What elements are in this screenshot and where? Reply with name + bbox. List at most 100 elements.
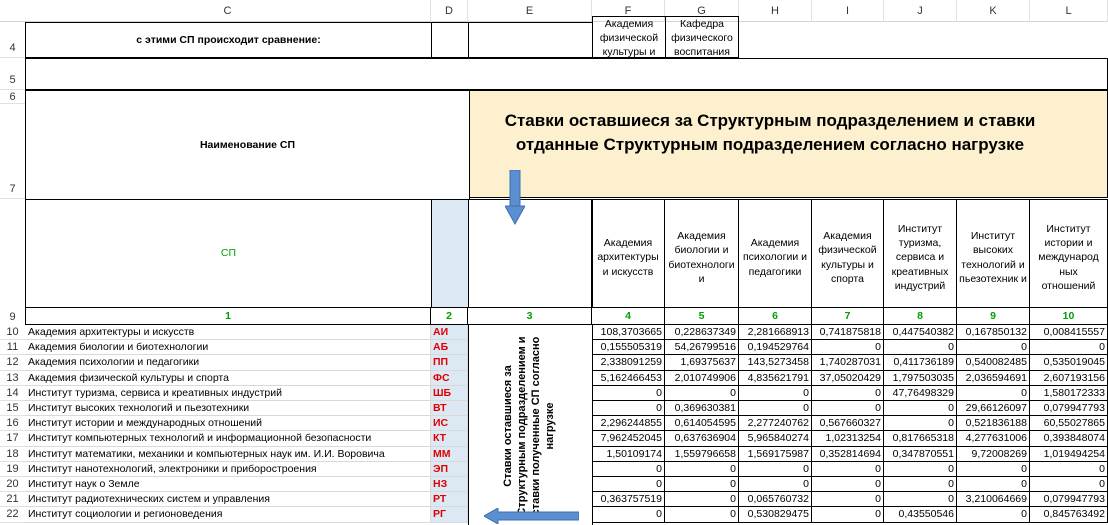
value-cell[interactable]: 0,393848074 <box>1030 431 1108 447</box>
value-cell[interactable]: 0 <box>884 416 957 432</box>
value-cell[interactable]: 0,352814694 <box>812 446 884 462</box>
row-number[interactable]: 18 <box>0 446 25 462</box>
value-cell[interactable]: 47,76498329 <box>884 385 957 401</box>
column-d-header[interactable] <box>431 199 469 308</box>
value-cell[interactable]: 0,447540382 <box>884 325 957 341</box>
row-number[interactable]: 11 <box>0 340 25 356</box>
row-number[interactable]: 14 <box>0 385 25 401</box>
value-cell[interactable]: 0 <box>665 385 739 401</box>
value-cell[interactable]: 2,338091259 <box>592 355 665 371</box>
value-cell[interactable]: 0 <box>665 461 739 477</box>
value-cell[interactable]: 29,66126097 <box>957 401 1030 417</box>
value-cell[interactable]: 2,281668913 <box>739 325 812 341</box>
value-cell[interactable]: 0,845763492 <box>1030 507 1108 523</box>
row-number[interactable]: 4 <box>0 22 25 58</box>
value-cell[interactable]: 0 <box>812 492 884 508</box>
value-cell[interactable]: 4,835621791 <box>739 370 812 386</box>
value-cell[interactable]: 0 <box>812 401 884 417</box>
value-cell[interactable]: 0 <box>884 401 957 417</box>
value-cell[interactable]: 5,162466453 <box>592 370 665 386</box>
value-cell[interactable]: 0 <box>1030 477 1108 493</box>
value-cell[interactable]: 54,26799516 <box>665 340 739 356</box>
value-cell[interactable]: 0,079947793 <box>1030 401 1108 417</box>
row-number[interactable]: 16 <box>0 416 25 432</box>
value-cell[interactable]: 0,817665318 <box>884 431 957 447</box>
value-cell[interactable]: 0 <box>884 477 957 493</box>
value-cell[interactable]: 0,637636904 <box>665 431 739 447</box>
column-letter-d[interactable]: D <box>431 0 468 22</box>
value-cell[interactable]: 0 <box>1030 340 1108 356</box>
value-cell[interactable]: 60,55027865 <box>1030 416 1108 432</box>
row-number[interactable]: 13 <box>0 370 25 386</box>
value-cell[interactable]: 0 <box>812 340 884 356</box>
value-cell[interactable]: 0,741875818 <box>812 325 884 341</box>
value-cell[interactable]: 108,3703665 <box>592 325 665 341</box>
row-number[interactable]: 15 <box>0 401 25 417</box>
value-cell[interactable]: 0 <box>739 461 812 477</box>
value-cell[interactable]: 0 <box>1030 461 1108 477</box>
value-cell[interactable]: 0 <box>665 507 739 523</box>
column-letter-i[interactable]: I <box>812 0 884 22</box>
row-number[interactable]: 9 <box>0 308 25 326</box>
column-letter-c[interactable]: C <box>25 0 431 22</box>
value-cell[interactable]: 0,363757519 <box>592 492 665 508</box>
value-cell[interactable]: 2,296244855 <box>592 416 665 432</box>
value-cell[interactable]: 0 <box>957 385 1030 401</box>
value-cell[interactable]: 0,540082485 <box>957 355 1030 371</box>
row-number[interactable]: 10 <box>0 325 25 341</box>
value-cell[interactable]: 0,521836188 <box>957 416 1030 432</box>
value-cell[interactable]: 0 <box>739 477 812 493</box>
column-letter-l[interactable]: L <box>1030 0 1108 22</box>
value-cell[interactable]: 0 <box>957 340 1030 356</box>
column-letter-e[interactable]: E <box>468 0 592 22</box>
value-cell[interactable]: 0,567660327 <box>812 416 884 432</box>
row-number[interactable]: 19 <box>0 461 25 477</box>
value-cell[interactable]: 0,167850132 <box>957 325 1030 341</box>
value-cell[interactable]: 5,965840274 <box>739 431 812 447</box>
value-cell[interactable]: 0 <box>957 461 1030 477</box>
value-cell[interactable]: 0 <box>739 401 812 417</box>
column-letter-k[interactable]: K <box>957 0 1030 22</box>
value-cell[interactable]: 2,036594691 <box>957 370 1030 386</box>
value-cell[interactable]: 2,010749906 <box>665 370 739 386</box>
value-cell[interactable]: 0 <box>884 340 957 356</box>
value-cell[interactable]: 0,347870551 <box>884 446 957 462</box>
value-cell[interactable]: 0,008415557 <box>1030 325 1108 341</box>
value-cell[interactable]: 0,155505319 <box>592 340 665 356</box>
row-number[interactable]: 7 <box>0 104 25 199</box>
value-cell[interactable]: 0,079947793 <box>1030 492 1108 508</box>
value-cell[interactable]: 1,569175987 <box>739 446 812 462</box>
value-cell[interactable]: 2,607193156 <box>1030 370 1108 386</box>
value-cell[interactable]: 37,05020429 <box>812 370 884 386</box>
value-cell[interactable]: 0 <box>665 477 739 493</box>
value-cell[interactable]: 1,797503035 <box>884 370 957 386</box>
row-number[interactable]: 12 <box>0 355 25 371</box>
value-cell[interactable]: 0 <box>957 477 1030 493</box>
value-cell[interactable]: 0 <box>957 507 1030 523</box>
row-number[interactable]: 6 <box>0 90 25 104</box>
value-cell[interactable]: 0,43550546 <box>884 507 957 523</box>
column-e-header[interactable] <box>468 199 593 308</box>
value-cell[interactable]: 1,02313254 <box>812 431 884 447</box>
value-cell[interactable]: 0 <box>592 477 665 493</box>
row-number[interactable]: 20 <box>0 477 25 493</box>
compare-cell-d[interactable] <box>431 22 469 58</box>
value-cell[interactable]: 0 <box>812 385 884 401</box>
value-cell[interactable]: 0 <box>592 461 665 477</box>
value-cell[interactable]: 0 <box>812 461 884 477</box>
value-cell[interactable]: 143,5273458 <box>739 355 812 371</box>
value-cell[interactable]: 1,50109174 <box>592 446 665 462</box>
value-cell[interactable]: 0,535019045 <box>1030 355 1108 371</box>
value-cell[interactable]: 0,369630381 <box>665 401 739 417</box>
compare-cell-e[interactable] <box>468 22 593 58</box>
column-letter-h[interactable]: H <box>739 0 812 22</box>
value-cell[interactable]: 0 <box>739 385 812 401</box>
value-cell[interactable]: 0,530829475 <box>739 507 812 523</box>
row-number[interactable]: 17 <box>0 431 25 447</box>
value-cell[interactable]: 0 <box>592 507 665 523</box>
value-cell[interactable]: 0,065760732 <box>739 492 812 508</box>
value-cell[interactable]: 3,210064669 <box>957 492 1030 508</box>
value-cell[interactable]: 1,740287031 <box>812 355 884 371</box>
row-number[interactable]: 21 <box>0 492 25 508</box>
value-cell[interactable]: 9,72008269 <box>957 446 1030 462</box>
